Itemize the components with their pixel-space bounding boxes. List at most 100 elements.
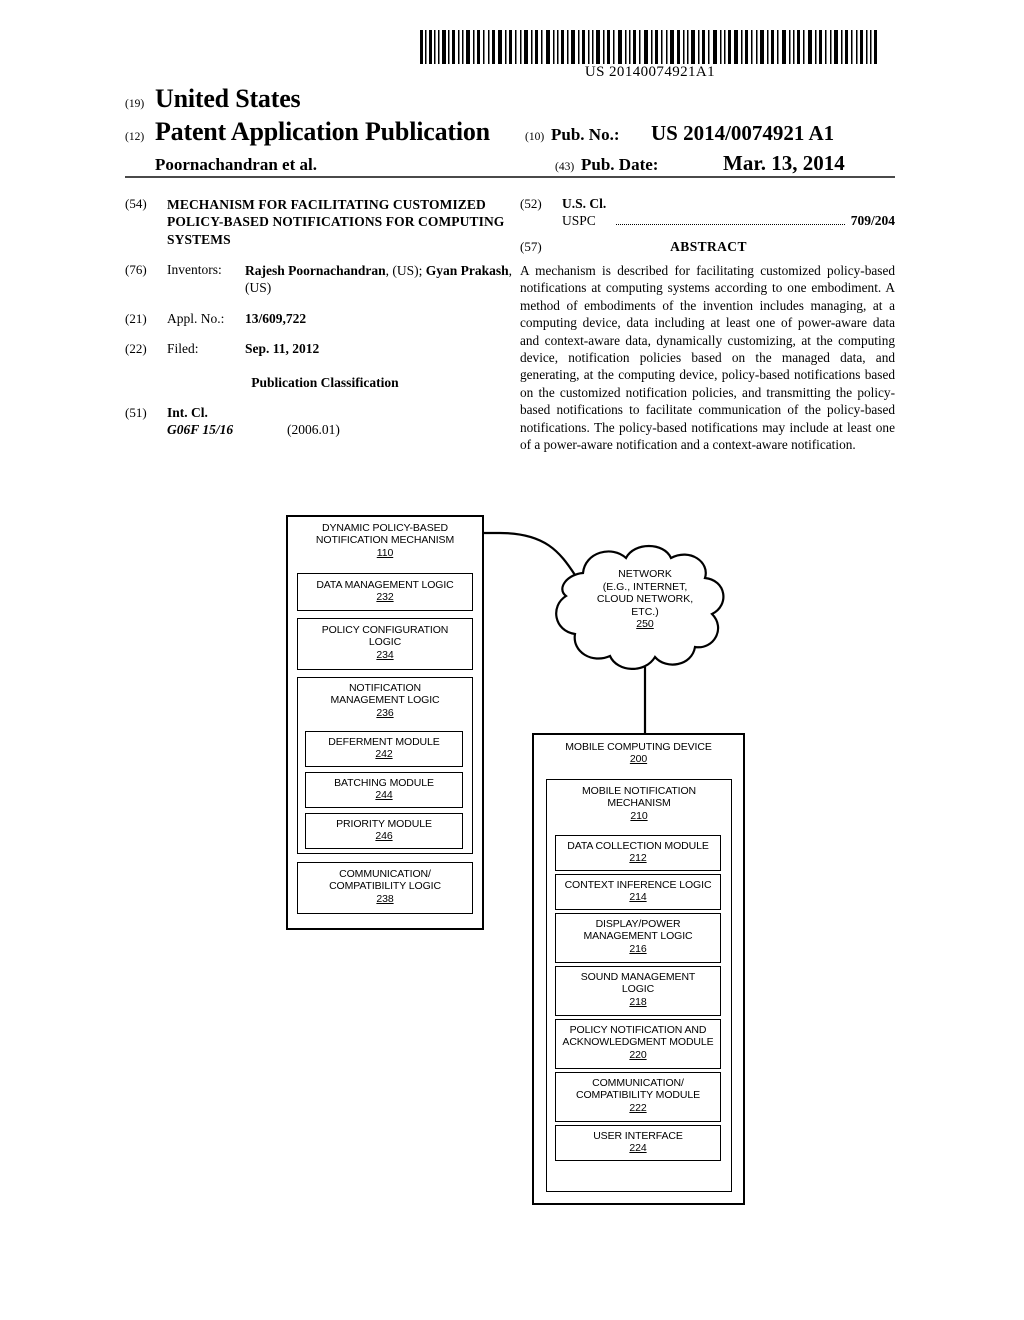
- mobile-mech-ref: 210: [630, 809, 648, 822]
- context-inference-logic-box: CONTEXT INFERENCE LOGIC 214: [555, 874, 721, 910]
- doc-type-name: Patent Application Publication: [155, 117, 490, 146]
- server-title: DYNAMIC POLICY-BASED NOTIFICATION MECHAN…: [288, 517, 482, 559]
- pub-date-label: Pub. Date:: [581, 155, 659, 174]
- batching-ref: 244: [375, 789, 393, 802]
- mobile-mech-label-1: MOBILE NOTIFICATION: [582, 785, 696, 797]
- doc-type-row: (12) Patent Application Publication (10)…: [125, 117, 895, 147]
- comm-compat-module-label-1: COMMUNICATION/: [592, 1077, 684, 1089]
- data-collection-label: DATA COLLECTION MODULE: [567, 840, 709, 852]
- field-int-cl: (51) Int. Cl. G06F 15/16 (2006.01): [125, 405, 515, 438]
- batching-module-box: BATCHING MODULE 244: [305, 772, 463, 808]
- appl-no-label: Appl. No.:: [167, 310, 225, 326]
- policy-config-label-2: LOGIC: [368, 636, 402, 649]
- notif-mgmt-ref: 236: [376, 706, 394, 719]
- sound-mgmt-label-2: LOGIC: [621, 983, 655, 996]
- us-cl-label: U.S. Cl.: [562, 196, 607, 211]
- device-ref: 200: [629, 753, 648, 766]
- context-inference-label: CONTEXT INFERENCE LOGIC: [564, 879, 712, 891]
- filed-value: Sep. 11, 2012: [245, 340, 320, 356]
- connector-server-to-network: [484, 531, 576, 576]
- country-name: United States: [155, 84, 301, 113]
- notif-mgmt-label-1: NOTIFICATION: [348, 682, 422, 694]
- batching-label: BATCHING MODULE: [334, 777, 434, 789]
- comm-compat-logic-label-1: COMMUNICATION/: [339, 868, 431, 880]
- mobile-computing-device-box: MOBILE COMPUTING DEVICE 200 MOBILE NOTIF…: [532, 733, 745, 1205]
- mobile-mech-label-2: MECHANISM: [607, 797, 671, 810]
- comm-compat-module-ref: 222: [629, 1101, 647, 1114]
- barcode: [420, 30, 880, 64]
- policy-configuration-logic-box: POLICY CONFIGURATION LOGIC 234: [297, 618, 473, 670]
- header-divider: [125, 176, 895, 178]
- abstract-text: A mechanism is described for facilitatin…: [520, 263, 895, 453]
- pub-no-value: US 2014/0074921 A1: [651, 121, 835, 145]
- data-management-ref: 232: [376, 591, 394, 604]
- comm-compat-logic-ref: 238: [376, 892, 394, 905]
- priority-ref: 246: [375, 830, 393, 843]
- int-cl-value: G06F 15/16: [167, 421, 234, 437]
- field-title: (54) MECHANISM FOR FACILITATING CUSTOMIZ…: [125, 196, 515, 248]
- appl-no-code: (21): [125, 310, 147, 326]
- author-row: Poornachandran et al. (43) Pub. Date: Ma…: [125, 151, 895, 176]
- uspc-leader-dots: [616, 215, 845, 225]
- network-line-1: NETWORK: [618, 568, 672, 580]
- notif-mgmt-label-2: MANAGEMENT LOGIC: [330, 694, 440, 707]
- policy-notif-ref: 220: [629, 1048, 647, 1061]
- server-ref: 110: [376, 546, 394, 559]
- biblio-left-column: (54) MECHANISM FOR FACILITATING CUSTOMIZ…: [125, 196, 515, 453]
- network-line-2: (E.G., INTERNET,: [602, 580, 688, 593]
- device-title-label: MOBILE COMPUTING DEVICE: [565, 741, 712, 753]
- display-power-label-1: DISPLAY/POWER: [595, 918, 681, 930]
- int-cl-label: Int. Cl.: [167, 404, 208, 420]
- publication-header: (19) United States (12) Patent Applicati…: [125, 84, 895, 176]
- dynamic-policy-notification-mechanism-box: DYNAMIC POLICY-BASED NOTIFICATION MECHAN…: [286, 515, 484, 930]
- deferment-module-box: DEFERMENT MODULE 242: [305, 731, 463, 767]
- barcode-bars: [420, 30, 877, 64]
- title-code: (54): [125, 196, 147, 211]
- inventor-2-name: Gyan Prakash: [425, 262, 509, 278]
- doc-type-code: (12): [125, 131, 145, 143]
- network-line-3: CLOUD NETWORK,: [596, 593, 694, 606]
- data-collection-module-box: DATA COLLECTION MODULE 212: [555, 835, 721, 871]
- int-cl-date: (2006.01): [287, 421, 340, 437]
- network-label: NETWORK (E.G., INTERNET, CLOUD NETWORK, …: [565, 568, 725, 631]
- communication-compatibility-module-box: COMMUNICATION/ COMPATIBILITY MODULE 222: [555, 1072, 721, 1122]
- field-filed: (22) Filed: Sep. 11, 2012: [125, 341, 515, 357]
- comm-compat-logic-label-2: COMPATIBILITY LOGIC: [329, 880, 441, 893]
- communication-compatibility-logic-box: COMMUNICATION/ COMPATIBILITY LOGIC 238: [297, 862, 473, 914]
- biblio-right-column: (52) U.S. Cl. USPC 709/204 (57) ABSTRACT…: [520, 196, 895, 453]
- sound-management-logic-box: SOUND MANAGEMENT LOGIC 218: [555, 966, 721, 1016]
- inventor-1-country: , (US);: [385, 262, 426, 278]
- deferment-label: DEFERMENT MODULE: [328, 736, 440, 748]
- filed-label: Filed:: [167, 340, 199, 356]
- filed-code: (22): [125, 340, 147, 356]
- figure-connectors-and-cloud: [484, 531, 725, 733]
- pub-date-code: (43): [555, 161, 575, 173]
- int-cl-code: (51): [125, 404, 147, 420]
- display-power-label-2: MANAGEMENT LOGIC: [583, 930, 693, 943]
- inventors-code: (76): [125, 261, 147, 277]
- mobile-notification-mechanism-group: MOBILE NOTIFICATION MECHANISM 210 DATA C…: [546, 779, 732, 1192]
- us-cl-code: (52): [520, 196, 542, 211]
- field-inventors: (76) Inventors: Rajesh Poornachandran, (…: [125, 262, 515, 297]
- context-inference-ref: 214: [629, 891, 647, 904]
- pub-no-label: Pub. No.:: [551, 125, 620, 144]
- deferment-ref: 242: [375, 748, 393, 761]
- field-appl-no: (21) Appl. No.: 13/609,722: [125, 311, 515, 327]
- inventors-value: Rajesh Poornachandran, (US); Gyan Prakas…: [245, 262, 515, 297]
- network-ref: 250: [636, 618, 654, 631]
- abstract-code: (57): [520, 239, 542, 254]
- figure-diagram: NETWORK (E.G., INTERNET, CLOUD NETWORK, …: [0, 500, 1024, 1240]
- publication-classification-heading: Publication Classification: [251, 374, 399, 390]
- country-row: (19) United States: [125, 84, 895, 114]
- user-interface-box: USER INTERFACE 224: [555, 1125, 721, 1161]
- device-title: MOBILE COMPUTING DEVICE 200: [534, 735, 743, 766]
- abstract-heading-row: (57) ABSTRACT: [520, 239, 895, 255]
- field-us-cl: (52) U.S. Cl. USPC 709/204: [520, 196, 895, 229]
- priority-label: PRIORITY MODULE: [336, 818, 432, 830]
- policy-config-label-1: POLICY CONFIGURATION: [321, 624, 449, 636]
- data-management-logic-box: DATA MANAGEMENT LOGIC 232: [297, 573, 473, 611]
- priority-module-box: PRIORITY MODULE 246: [305, 813, 463, 849]
- inventors-label: Inventors:: [167, 261, 222, 277]
- author-name: Poornachandran et al.: [155, 155, 317, 174]
- page-title: MECHANISM FOR FACILITATING CUSTOMIZED PO…: [167, 197, 505, 247]
